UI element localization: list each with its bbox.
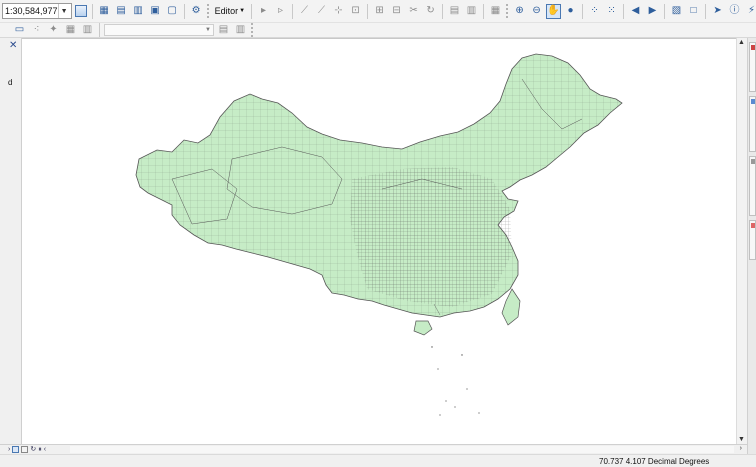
- secondary-toolbar: ▭ ⁖ ✦ ▦ ▥ ▼ ▤ ▥: [0, 23, 756, 38]
- map-scale-value: 1:30,584,977: [5, 6, 58, 16]
- chevron-down-icon: ▼: [205, 27, 211, 33]
- clear-selection-icon[interactable]: □: [686, 4, 701, 19]
- chevron-right-icon[interactable]: ›: [8, 446, 10, 453]
- select-features-icon[interactable]: ▧: [669, 4, 684, 19]
- zoom-in-icon[interactable]: ⊕: [512, 4, 527, 19]
- map-scale-combo[interactable]: 1:30,584,977 ▼: [2, 3, 72, 19]
- layout-view-button[interactable]: [21, 446, 29, 453]
- fixed-zoom-in-icon[interactable]: ⁘: [587, 4, 602, 19]
- python-window-icon[interactable]: ▣: [148, 4, 163, 19]
- identify-icon[interactable]: ⓘ: [727, 4, 742, 19]
- main-toolbar: 1:30,584,977 ▼ ▦ ▤ ▥ ▣ ▢ ⚙ Editor ▼ ▸ ▹ …: [0, 0, 756, 23]
- right-dock-tab-catalog[interactable]: [749, 42, 756, 92]
- full-extent-globe-icon[interactable]: ●: [563, 4, 578, 19]
- split-icon[interactable]: ⊞: [372, 4, 387, 19]
- model-builder-icon[interactable]: ▢: [165, 4, 180, 19]
- rotate-raster-icon[interactable]: ▥: [80, 23, 95, 37]
- taiwan-island: [501, 288, 521, 326]
- search-icon: [751, 99, 755, 104]
- point-icon[interactable]: ⊹: [331, 4, 346, 19]
- full-extent-icon[interactable]: [74, 5, 87, 17]
- close-icon[interactable]: ✕: [9, 40, 17, 51]
- catalog-icon: [751, 45, 755, 50]
- chevron-down-icon: ▼: [239, 8, 246, 14]
- view-link-table-icon[interactable]: ▦: [63, 23, 78, 37]
- china-county-boundaries: [135, 53, 623, 416]
- editor-menu-button[interactable]: Editor ▼: [213, 4, 247, 19]
- left-panel-text: d: [8, 78, 13, 87]
- forward-extent-icon[interactable]: ▶: [645, 4, 660, 19]
- cut-polygon-icon[interactable]: ✂: [406, 4, 421, 19]
- status-bar: 70.737 4.107 Decimal Degrees: [0, 454, 756, 467]
- edit-tool-icon[interactable]: ▸: [256, 4, 271, 19]
- toolbox-icon[interactable]: ▥: [131, 4, 146, 19]
- hyperlink-icon[interactable]: ⚡: [744, 4, 756, 19]
- add-control-points-icon[interactable]: ✦: [46, 23, 61, 37]
- map-vertical-scrollbar[interactable]: ▲ ▼: [736, 38, 747, 444]
- map-canvas[interactable]: [22, 39, 736, 445]
- right-dock-tab-toolbox[interactable]: [749, 156, 756, 216]
- edit-annotation-icon[interactable]: ▹: [273, 4, 288, 19]
- pan-icon[interactable]: ✋: [546, 3, 562, 19]
- map-horizontal-scrollbar[interactable]: ›: [70, 445, 742, 453]
- scroll-right-icon[interactable]: ›: [740, 445, 742, 452]
- scroll-down-icon[interactable]: ▼: [738, 436, 745, 443]
- scroll-up-icon[interactable]: ▲: [738, 39, 745, 46]
- hainan-island: [413, 320, 433, 336]
- pause-icon[interactable]: ⏸: [38, 446, 42, 453]
- editor-menu-label: Editor: [214, 6, 239, 16]
- map-view[interactable]: [22, 38, 736, 444]
- create-features-icon[interactable]: ▦: [488, 4, 503, 19]
- data-view-button[interactable]: [12, 446, 20, 453]
- back-extent-icon[interactable]: ◀: [628, 4, 643, 19]
- layer-tool-icon[interactable]: ▤: [216, 23, 231, 37]
- trace-icon[interactable]: ⟋: [314, 4, 329, 19]
- scroll-left-icon[interactable]: ‹: [44, 446, 46, 453]
- arc-toolbox-icon[interactable]: ⚙: [189, 4, 204, 19]
- layer-tool-2-icon[interactable]: ▥: [233, 23, 248, 37]
- results-icon: [751, 223, 755, 228]
- refresh-icon[interactable]: ↻: [30, 446, 36, 453]
- map-bottom-bar: › ↻ ⏸ ‹ ›: [0, 444, 747, 454]
- left-dock-panel: ✕ d: [0, 38, 22, 454]
- rotate-icon[interactable]: ↻: [423, 4, 438, 19]
- select-elements-icon[interactable]: ➤: [710, 4, 725, 19]
- layer-list-icon[interactable]: ▭: [12, 23, 27, 37]
- right-dock-panel: [747, 38, 756, 454]
- sketch-properties-icon[interactable]: ▥: [464, 4, 479, 19]
- toolbox-icon: [751, 159, 755, 164]
- right-dock-tab-search[interactable]: [749, 96, 756, 152]
- attributes-icon[interactable]: ▤: [447, 4, 462, 19]
- georeferencing-icon[interactable]: ⁖: [29, 23, 44, 37]
- vertex-icon[interactable]: ⊡: [348, 4, 363, 19]
- south-sea-islands: [431, 346, 480, 416]
- table-window-icon[interactable]: ▦: [97, 4, 112, 19]
- chevron-down-icon[interactable]: ▼: [57, 4, 70, 18]
- catalog-icon[interactable]: ▤: [114, 4, 129, 19]
- straight-segment-icon[interactable]: ⟋: [297, 4, 312, 19]
- zoom-out-icon[interactable]: ⊖: [529, 4, 544, 19]
- coordinate-readout: 70.737 4.107 Decimal Degrees: [599, 457, 710, 466]
- right-dock-tab-results[interactable]: [749, 220, 756, 260]
- layer-combo[interactable]: ▼: [104, 24, 214, 36]
- reshape-icon[interactable]: ⊟: [389, 4, 404, 19]
- fixed-zoom-out-icon[interactable]: ⁙: [604, 4, 619, 19]
